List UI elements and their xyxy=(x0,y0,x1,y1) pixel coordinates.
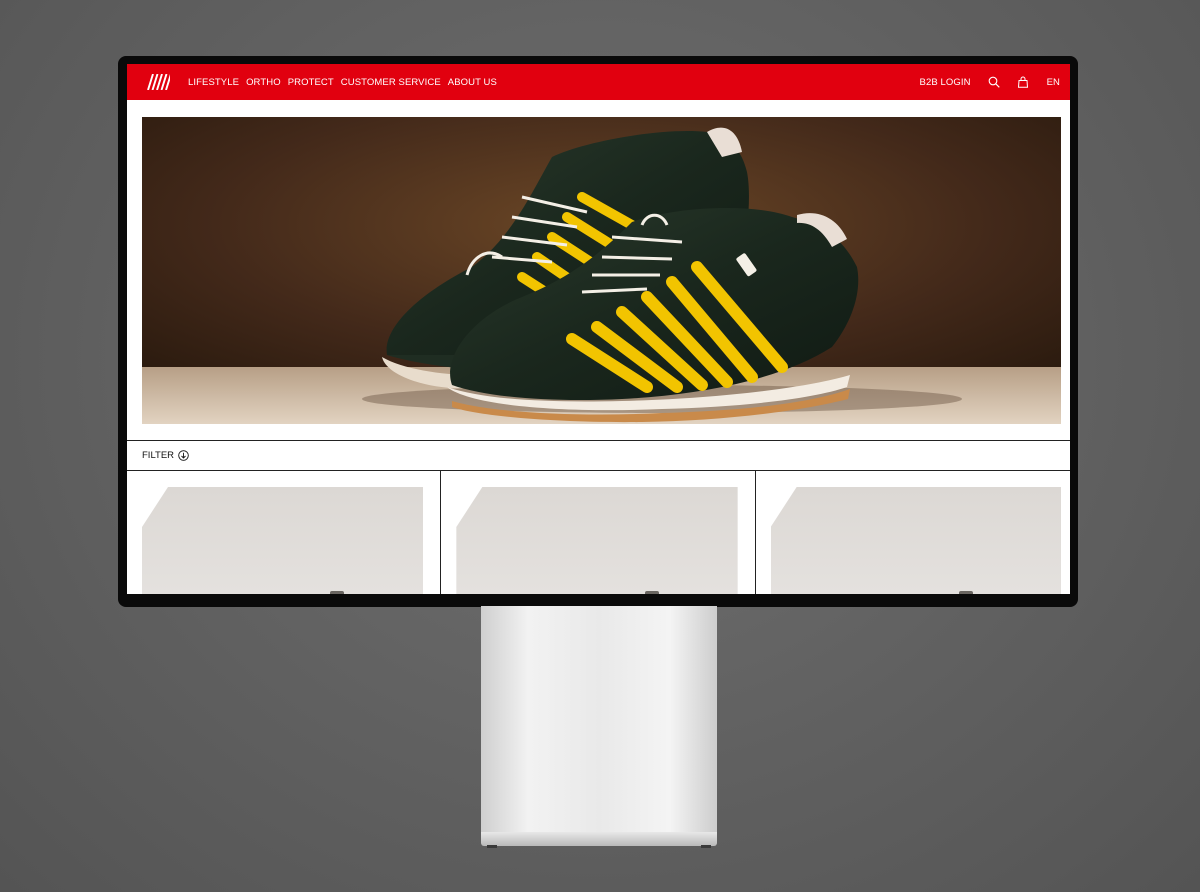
arrow-down-circle-icon xyxy=(178,450,189,461)
b2b-login-link[interactable]: B2B LOGIN xyxy=(920,77,971,88)
product-image[interactable] xyxy=(770,487,1061,594)
product-grid xyxy=(127,470,1070,594)
striped-logo-icon[interactable] xyxy=(144,74,170,90)
nav-link-ortho[interactable]: ORTHO xyxy=(246,77,281,88)
website-screen: LIFESTYLE ORTHO PROTECT CUSTOMER SERVICE… xyxy=(127,64,1070,594)
monitor-stand-base xyxy=(481,832,717,846)
sneakers-photo xyxy=(142,117,1061,424)
filter-button[interactable]: FILTER xyxy=(142,450,189,461)
hero-image xyxy=(142,117,1061,424)
search-icon xyxy=(988,76,1000,88)
nav-link-customer-service[interactable]: CUSTOMER SERVICE xyxy=(341,77,441,88)
search-button[interactable] xyxy=(988,76,1000,88)
filter-label: FILTER xyxy=(142,450,175,461)
nav-link-about-us[interactable]: ABOUT US xyxy=(448,77,497,88)
monitor-stand xyxy=(481,606,717,838)
cart-button[interactable] xyxy=(1017,76,1029,88)
nav-link-lifestyle[interactable]: LIFESTYLE xyxy=(188,77,239,88)
shopping-bag-icon xyxy=(1017,76,1028,88)
product-image[interactable] xyxy=(456,487,738,594)
product-image-detail xyxy=(645,591,660,594)
product-card[interactable] xyxy=(127,470,442,594)
product-image-detail xyxy=(958,591,973,594)
product-card[interactable] xyxy=(441,470,756,594)
filter-bar: FILTER xyxy=(127,440,1070,471)
language-switcher[interactable]: EN xyxy=(1047,77,1060,88)
stand-foot xyxy=(701,845,711,848)
nav-link-protect[interactable]: PROTECT xyxy=(288,77,334,88)
product-card[interactable] xyxy=(756,470,1070,594)
top-navigation: LIFESTYLE ORTHO PROTECT CUSTOMER SERVICE… xyxy=(127,64,1070,100)
product-image[interactable] xyxy=(142,487,424,594)
stand-foot xyxy=(487,845,497,848)
product-image-detail xyxy=(330,591,344,594)
nav-utilities: B2B LOGIN EN xyxy=(920,64,1060,100)
main-menu: LIFESTYLE ORTHO PROTECT CUSTOMER SERVICE… xyxy=(188,64,497,100)
